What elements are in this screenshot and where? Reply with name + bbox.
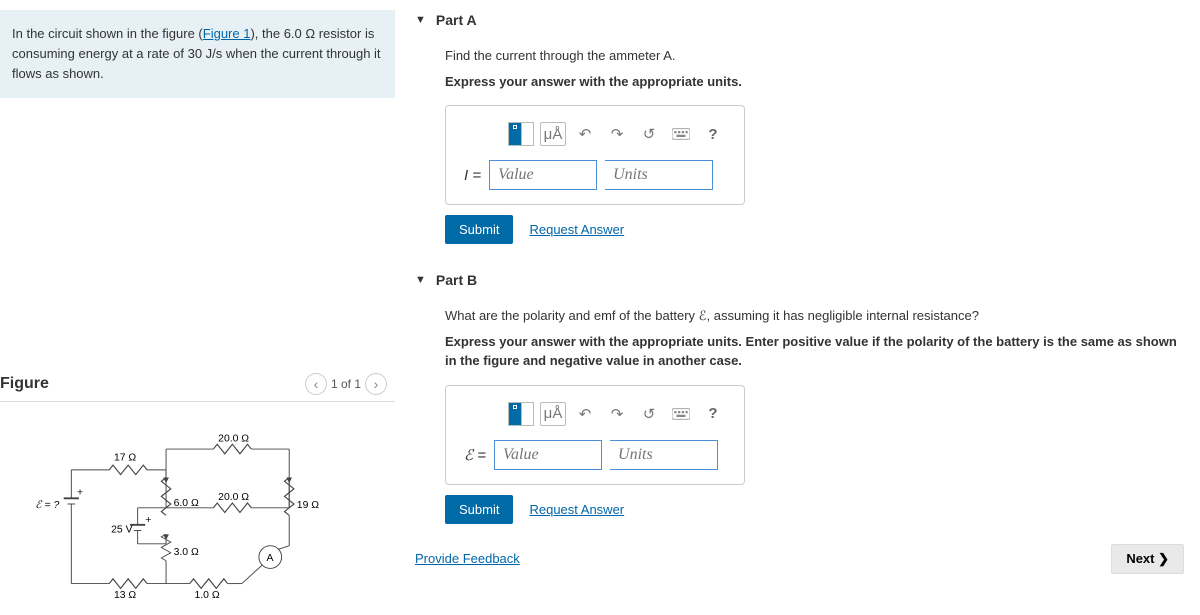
redo-icon[interactable]: ↷ xyxy=(604,402,630,426)
part-b-title: Part B xyxy=(436,272,477,288)
part-a-value-input[interactable] xyxy=(489,160,597,190)
svg-text:20.0 Ω: 20.0 Ω xyxy=(218,493,249,504)
problem-text-1: In the circuit shown in the figure ( xyxy=(12,26,203,41)
part-a-title: Part A xyxy=(436,12,477,28)
svg-text:ℰ = ?: ℰ = ? xyxy=(35,500,59,511)
figure-pager: ‹ 1 of 1 › xyxy=(305,373,387,395)
next-button[interactable]: Next ❯ xyxy=(1111,544,1184,574)
undo-icon[interactable]: ↶ xyxy=(572,122,598,146)
part-b-value-input[interactable] xyxy=(494,440,602,470)
redo-icon[interactable]: ↷ xyxy=(604,122,630,146)
undo-icon[interactable]: ↶ xyxy=(572,402,598,426)
provide-feedback-link[interactable]: Provide Feedback xyxy=(415,551,520,566)
problem-description: In the circuit shown in the figure (Figu… xyxy=(0,10,395,98)
part-b-header[interactable]: ▼ Part B xyxy=(415,260,1190,296)
reset-icon[interactable]: ↺ xyxy=(636,402,662,426)
svg-text:19 Ω: 19 Ω xyxy=(297,500,319,511)
next-figure-button[interactable]: › xyxy=(365,373,387,395)
part-b-variable: ℰ = xyxy=(464,446,486,464)
template-icon[interactable] xyxy=(508,122,534,146)
reset-icon[interactable]: ↺ xyxy=(636,122,662,146)
part-a-instruction: Express your answer with the appropriate… xyxy=(445,72,1190,92)
part-b-answer-box: μÅ ↶ ↷ ↺ ? ℰ = xyxy=(445,385,745,485)
help-button[interactable]: ? xyxy=(700,402,726,426)
svg-text:+: + xyxy=(145,515,151,526)
part-a-answer-box: μÅ ↶ ↷ ↺ ? I = xyxy=(445,105,745,205)
keyboard-icon[interactable] xyxy=(668,122,694,146)
pager-text: 1 of 1 xyxy=(331,377,361,391)
part-a-header[interactable]: ▼ Part A xyxy=(415,0,1190,36)
part-b-submit-button[interactable]: Submit xyxy=(445,495,513,524)
figure-divider xyxy=(0,401,395,402)
part-a-request-answer-link[interactable]: Request Answer xyxy=(529,222,624,237)
keyboard-icon[interactable] xyxy=(668,402,694,426)
help-button[interactable]: ? xyxy=(700,122,726,146)
part-a-variable: I = xyxy=(464,167,481,184)
svg-text:20.0 Ω: 20.0 Ω xyxy=(218,434,249,445)
part-b-units-input[interactable] xyxy=(610,440,718,470)
figure-title: Figure xyxy=(0,375,49,393)
svg-text:1.0 Ω: 1.0 Ω xyxy=(194,590,219,601)
part-a-prompt: Find the current through the ammeter A. xyxy=(445,46,1190,66)
template-icon[interactable] xyxy=(508,402,534,426)
svg-text:3.0 Ω: 3.0 Ω xyxy=(174,548,199,559)
part-b-prompt: What are the polarity and emf of the bat… xyxy=(445,306,1190,326)
caret-down-icon: ▼ xyxy=(415,274,426,286)
part-a-submit-button[interactable]: Submit xyxy=(445,215,513,244)
circuit-figure: 17 Ω 20.0 Ω 20.0 Ω + ℰ = xyxy=(0,432,395,615)
svg-text:+: + xyxy=(77,488,83,499)
svg-text:25 V: 25 V xyxy=(111,525,132,536)
figure-link[interactable]: Figure 1 xyxy=(203,26,251,41)
svg-text:A: A xyxy=(266,553,273,564)
caret-down-icon: ▼ xyxy=(415,14,426,26)
part-b-request-answer-link[interactable]: Request Answer xyxy=(529,502,624,517)
part-b-instruction: Express your answer with the appropriate… xyxy=(445,332,1190,371)
svg-text:13 Ω: 13 Ω xyxy=(114,590,136,601)
prev-figure-button[interactable]: ‹ xyxy=(305,373,327,395)
svg-text:17 Ω: 17 Ω xyxy=(114,453,136,464)
part-a-units-input[interactable] xyxy=(605,160,713,190)
special-char-button[interactable]: μÅ xyxy=(540,402,566,426)
svg-text:6.0 Ω: 6.0 Ω xyxy=(174,498,199,509)
special-char-button[interactable]: μÅ xyxy=(540,122,566,146)
